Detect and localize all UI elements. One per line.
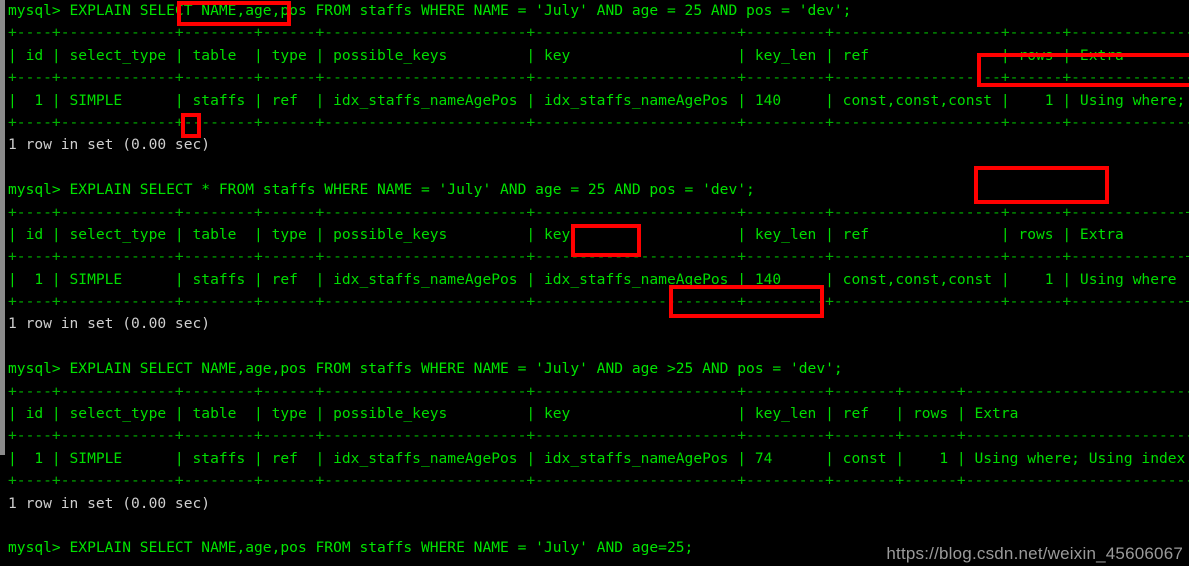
block-spacer — [0, 336, 1189, 358]
table-border-top: +----+-------------+--------+------+----… — [8, 203, 1189, 221]
table-border-mid: +----+-------------+--------+------+----… — [8, 427, 1189, 445]
scrollbar-gutter[interactable] — [0, 0, 5, 455]
block-spacer — [0, 157, 1189, 179]
table-border-mid: +----+-------------+--------+------+----… — [8, 69, 1189, 87]
table-data-row: | 1 | SIMPLE | staffs | ref | idx_staffs… — [8, 270, 1189, 288]
sql-prompt-line: mysql> EXPLAIN SELECT NAME,age,pos FROM … — [8, 360, 843, 378]
table-border-bottom: +----+-------------+--------+------+----… — [8, 113, 1189, 131]
table-header-row: | id | select_type | table | type | poss… — [8, 405, 1189, 423]
table-header-row: | id | select_type | table | type | poss… — [8, 46, 1189, 64]
sql-prompt-line: mysql> EXPLAIN SELECT NAME,age,pos FROM … — [8, 2, 852, 19]
table-data-row: | 1 | SIMPLE | staffs | ref | idx_staffs… — [8, 91, 1189, 109]
sql-prompt-line: mysql> EXPLAIN SELECT * FROM staffs WHER… — [8, 181, 755, 199]
explain-block-2: mysql> EXPLAIN SELECT * FROM staffs WHER… — [0, 179, 1189, 336]
table-header-row: | id | select_type | table | type | poss… — [8, 225, 1189, 243]
table-border-bottom: +----+-------------+--------+------+----… — [8, 293, 1189, 311]
table-border-top: +----+-------------+--------+------+----… — [8, 24, 1189, 42]
result-status-line: 1 row in set (0.00 sec) — [8, 315, 211, 333]
table-data-row: | 1 | SIMPLE | staffs | ref | idx_staffs… — [8, 449, 1189, 467]
table-border-top: +----+-------------+--------+------+----… — [8, 382, 1189, 400]
explain-block-1: mysql> EXPLAIN SELECT NAME,age,pos FROM … — [0, 0, 1189, 157]
watermark-url: https://blog.csdn.net/weixin_45606067 — [886, 544, 1183, 563]
table-border-bottom: +----+-------------+--------+------+----… — [8, 472, 1189, 490]
result-status-line: 1 row in set (0.00 sec) — [8, 136, 211, 154]
table-border-mid: +----+-------------+--------+------+----… — [8, 248, 1189, 266]
terminal-window: mysql> EXPLAIN SELECT NAME,age,pos FROM … — [0, 0, 1189, 566]
explain-block-3: mysql> EXPLAIN SELECT NAME,age,pos FROM … — [0, 358, 1189, 515]
block-spacer — [0, 515, 1189, 537]
result-status-line: 1 row in set (0.00 sec) — [8, 494, 211, 512]
